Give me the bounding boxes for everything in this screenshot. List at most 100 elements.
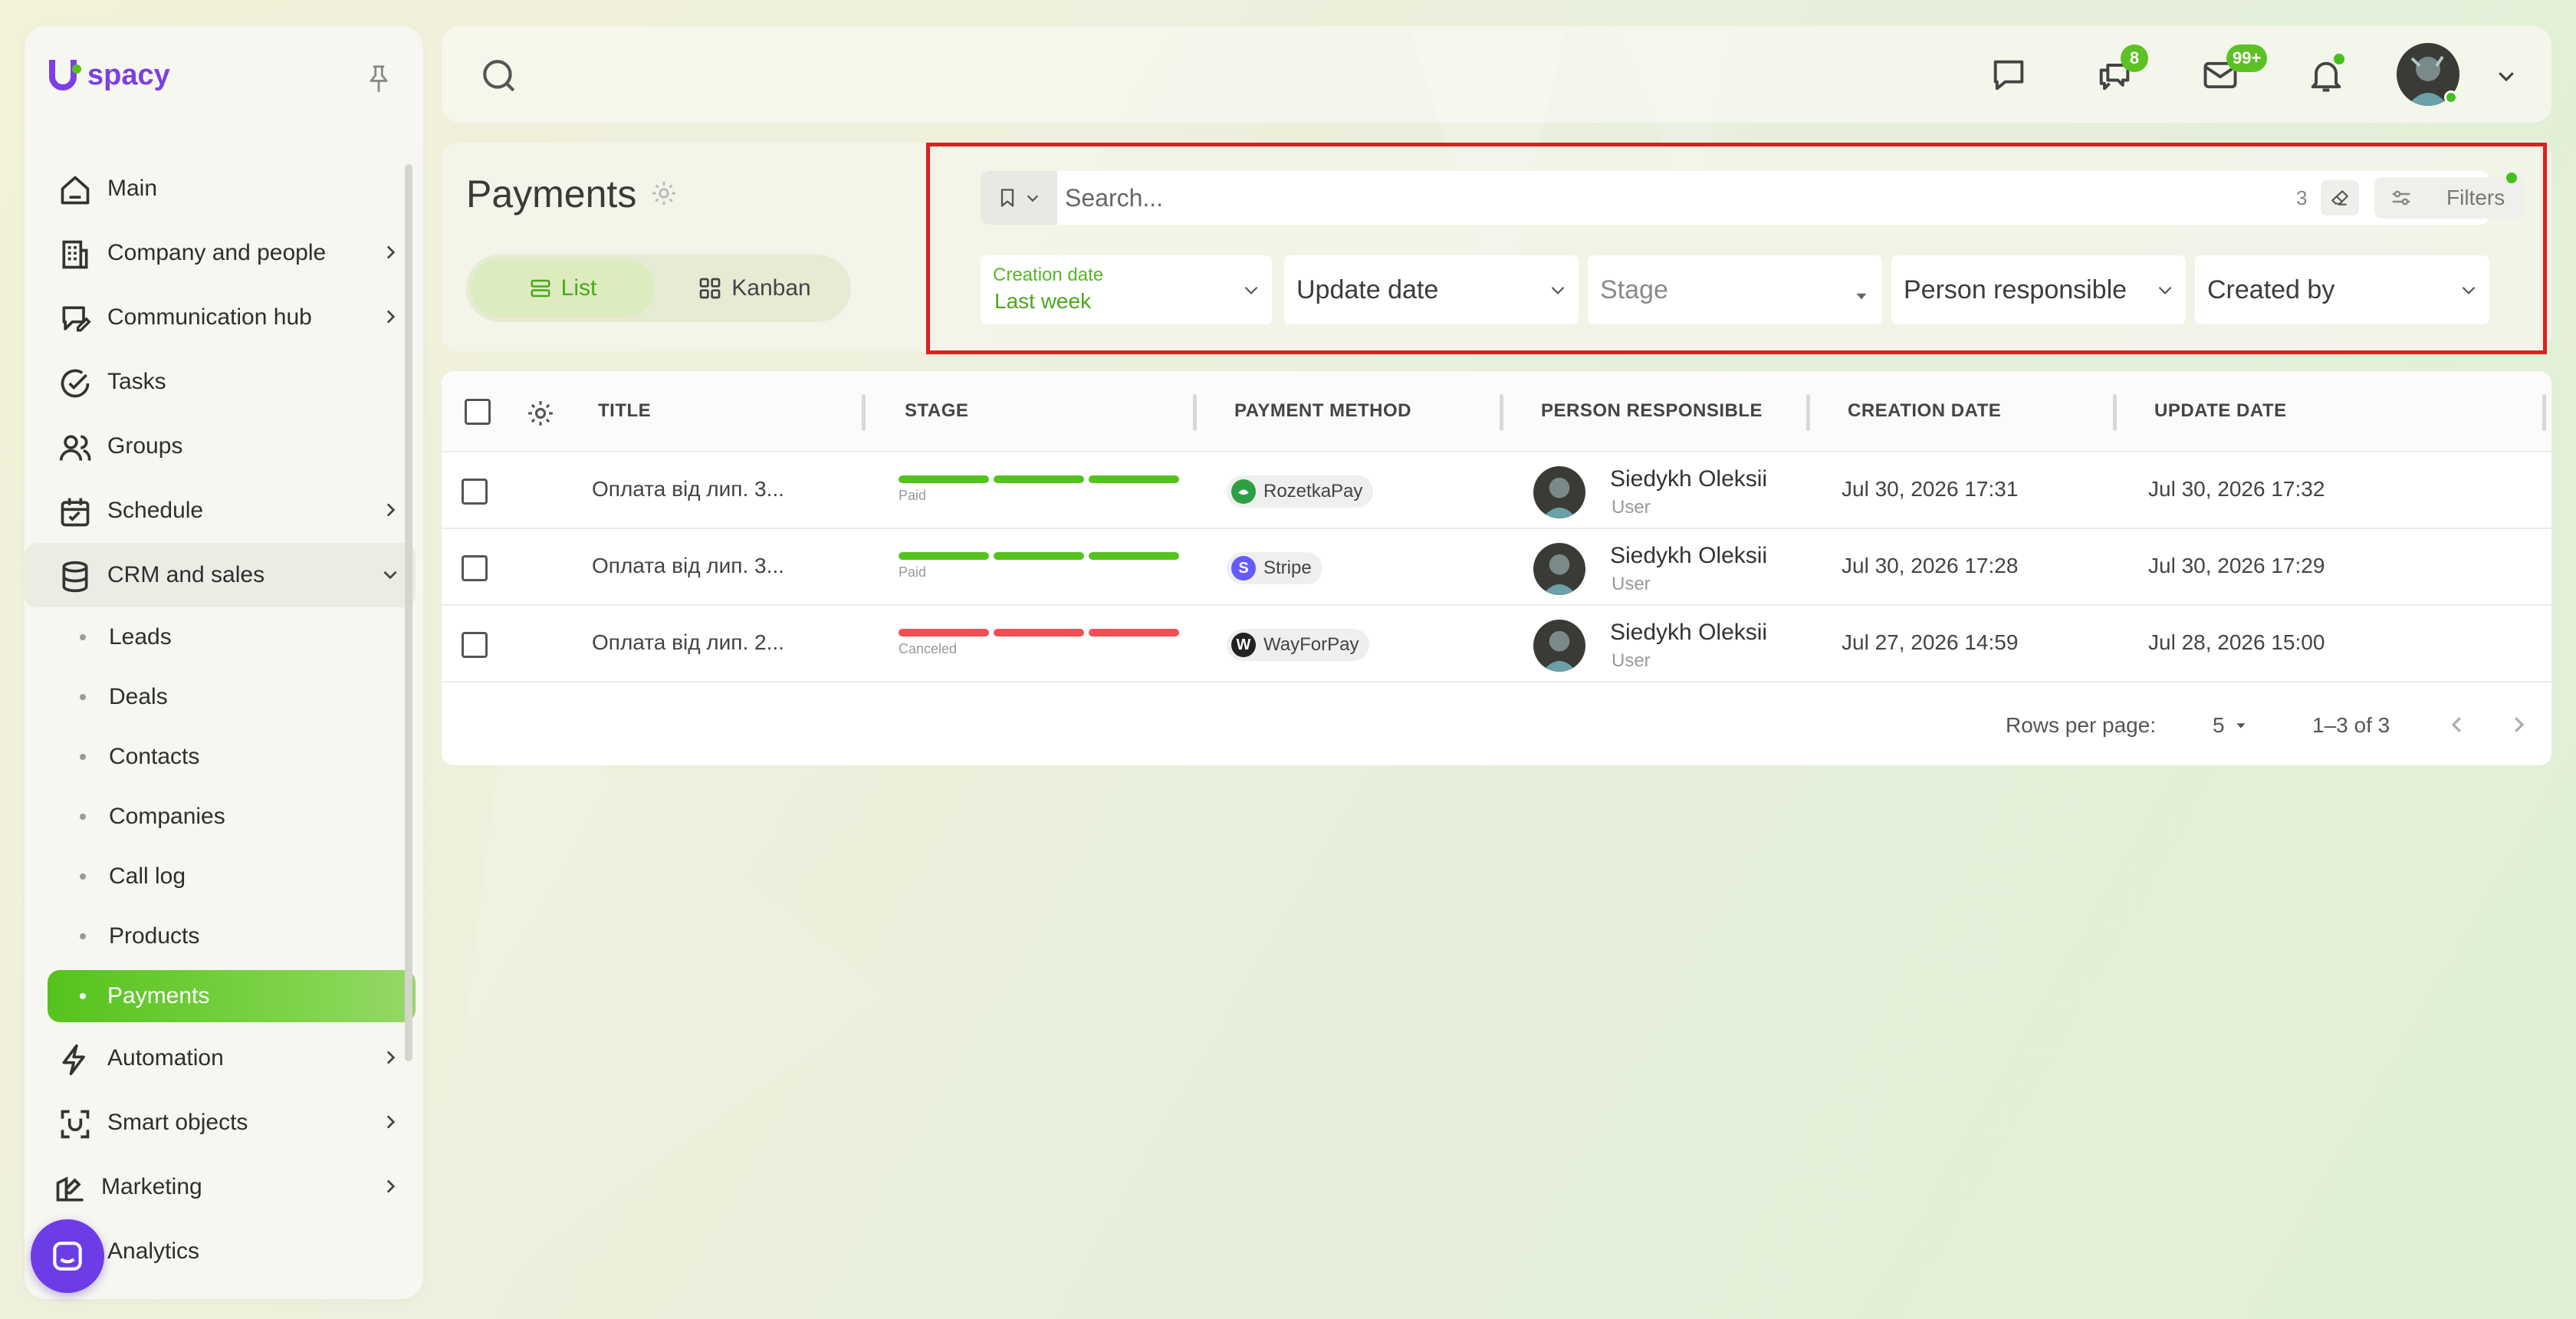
chevron-right-icon — [386, 1051, 396, 1064]
row-title[interactable]: Оплата від лип. 3... — [592, 477, 784, 502]
chevron-right-icon[interactable] — [2507, 713, 2530, 736]
chevron-down-icon[interactable] — [2495, 64, 2518, 87]
stage-progress — [899, 629, 1181, 636]
select-all-checkbox[interactable] — [465, 399, 491, 425]
person-name[interactable]: Siedykh Oleksii — [1610, 466, 1767, 492]
payment-method-chip: W WayForPay — [1227, 629, 1370, 661]
column-header-stage[interactable]: STAGE — [905, 400, 968, 422]
wayforpay-icon: W — [1231, 633, 1256, 657]
update-date: Jul 30, 2026 17:29 — [2148, 554, 2325, 577]
sidebar-item-payments[interactable]: Payments — [48, 970, 416, 1022]
sidebar-item-schedule[interactable]: Schedule — [25, 479, 416, 543]
sidebar-scrollbar[interactable] — [405, 164, 412, 1061]
payment-method-chip: RozetkaPay — [1227, 475, 1374, 508]
sidebar-item-products[interactable]: Products — [25, 906, 416, 966]
logo-mark-icon — [49, 60, 81, 90]
person-responsible-label: Person responsible — [1904, 275, 2128, 304]
sidebar-subitem-label: Leads — [109, 624, 172, 650]
row-title[interactable]: Оплата від лип. 3... — [592, 554, 784, 578]
column-resize-handle[interactable] — [1500, 394, 1503, 431]
table-row[interactable]: Оплата від лип. 3... Paid S Stripe Siedy… — [442, 529, 2551, 606]
sidebar-item-groups[interactable]: Groups — [25, 414, 416, 479]
sidebar-item-main[interactable]: Main — [25, 156, 416, 221]
column-header-person-responsible[interactable]: PERSON RESPONSIBLE — [1541, 400, 1763, 422]
sidebar-item-deals[interactable]: Deals — [25, 667, 416, 727]
search-bar: 3 Filters — [981, 171, 2525, 225]
table-row[interactable]: Оплата від лип. 2... Canceled W WayForPa… — [442, 606, 2551, 683]
row-checkbox[interactable] — [462, 632, 488, 658]
column-header-title[interactable]: TITLE — [598, 400, 651, 422]
app-logo[interactable]: spacy — [48, 54, 170, 97]
row-checkbox[interactable] — [462, 555, 488, 581]
search-icon[interactable] — [480, 57, 518, 95]
rows-per-page-select[interactable]: 5 — [2213, 709, 2266, 742]
sidebar-item-communication-hub[interactable]: Communication hub — [25, 285, 416, 350]
sidebar-item-label: CRM and sales — [107, 562, 265, 587]
sidebar-item-label: Tasks — [107, 369, 166, 394]
sidebar-item-company-and-people[interactable]: Company and people — [25, 221, 416, 285]
column-resize-handle[interactable] — [1806, 394, 1810, 431]
row-checkbox[interactable] — [462, 479, 488, 505]
row-title[interactable]: Оплата від лип. 2... — [592, 630, 784, 655]
column-header-update-date[interactable]: UPDATE DATE — [2154, 400, 2287, 422]
sidebar: spacy Main Company and people Communicat… — [25, 26, 423, 1299]
view-list-button[interactable]: List — [471, 259, 655, 317]
bullet-dot — [80, 993, 86, 999]
column-resize-handle[interactable] — [2542, 394, 2546, 431]
calendar-icon — [61, 498, 90, 527]
sidebar-item-automation[interactable]: Automation — [25, 1026, 416, 1090]
clear-filters-button[interactable] — [2321, 180, 2359, 215]
stage-segment — [994, 475, 1084, 483]
sidebar-item-marketing[interactable]: Marketing — [25, 1155, 416, 1219]
view-kanban-button[interactable]: Kanban — [662, 259, 846, 317]
view-list-label: List — [560, 275, 597, 301]
sidebar-subitem-label: Contacts — [109, 744, 200, 769]
sidebar-item-call-log[interactable]: Call log — [25, 847, 416, 906]
sidebar-item-crm-and-sales[interactable]: CRM and sales — [25, 543, 416, 607]
sidebar-item-contacts[interactable]: Contacts — [25, 727, 416, 787]
person-avatar — [1533, 466, 1585, 518]
search-input[interactable] — [1065, 171, 2215, 225]
person-responsible-filter[interactable]: Person responsible — [1891, 255, 2186, 324]
creation-date-filter[interactable]: Creation date Last week — [981, 255, 1272, 324]
chat-bubble-icon — [53, 1242, 82, 1271]
caret-down-icon — [1856, 293, 1867, 300]
update-date-filter[interactable]: Update date — [1284, 255, 1579, 324]
sliders-icon — [2392, 190, 2410, 206]
column-resize-handle[interactable] — [2113, 394, 2117, 431]
update-date: Jul 28, 2026 15:00 — [2148, 630, 2325, 654]
table-row[interactable]: Оплата від лип. 3... Paid RozetkaPay Sie… — [442, 452, 2551, 529]
support-chat-button[interactable] — [31, 1219, 104, 1293]
stage-filter[interactable]: Stage — [1588, 255, 1882, 324]
message-icon[interactable] — [1989, 55, 2029, 95]
chevron-left-icon[interactable] — [2446, 713, 2469, 736]
stage-progress — [899, 552, 1181, 560]
marketing-icon — [56, 1176, 84, 1202]
pin-icon[interactable] — [365, 64, 393, 95]
column-resize-handle[interactable] — [862, 394, 866, 431]
person-name[interactable]: Siedykh Oleksii — [1610, 543, 1767, 569]
rozetkapay-icon — [1231, 479, 1256, 504]
filters-button[interactable]: Filters — [2374, 173, 2525, 219]
sidebar-item-label: Automation — [107, 1045, 224, 1071]
column-settings-gear-icon[interactable] — [526, 399, 555, 428]
sidebar-item-leads[interactable]: Leads — [25, 607, 416, 667]
chevron-down-icon — [383, 571, 397, 580]
sidebar-item-tasks[interactable]: Tasks — [25, 350, 416, 414]
gear-icon[interactable] — [650, 179, 678, 207]
column-header-payment-method[interactable]: PAYMENT METHOD — [1234, 400, 1411, 422]
column-header-creation-date[interactable]: CREATION DATE — [1848, 400, 2001, 422]
person-name[interactable]: Siedykh Oleksii — [1610, 620, 1767, 646]
saved-filters-button[interactable] — [981, 171, 1057, 225]
sidebar-subitem-label: Deals — [109, 684, 168, 709]
chevron-down-icon — [1551, 286, 1565, 294]
sidebar-item-smart-objects[interactable]: Smart objects — [25, 1090, 416, 1155]
update-date: Jul 30, 2026 17:32 — [2148, 477, 2325, 501]
database-icon — [62, 561, 88, 593]
active-filter-count: 3 — [2296, 186, 2308, 209]
created-by-filter[interactable]: Created by — [2195, 255, 2489, 324]
column-resize-handle[interactable] — [1193, 394, 1197, 431]
stage-label: Paid — [899, 564, 927, 580]
stage-segment — [1089, 552, 1179, 560]
sidebar-item-companies[interactable]: Companies — [25, 787, 416, 847]
